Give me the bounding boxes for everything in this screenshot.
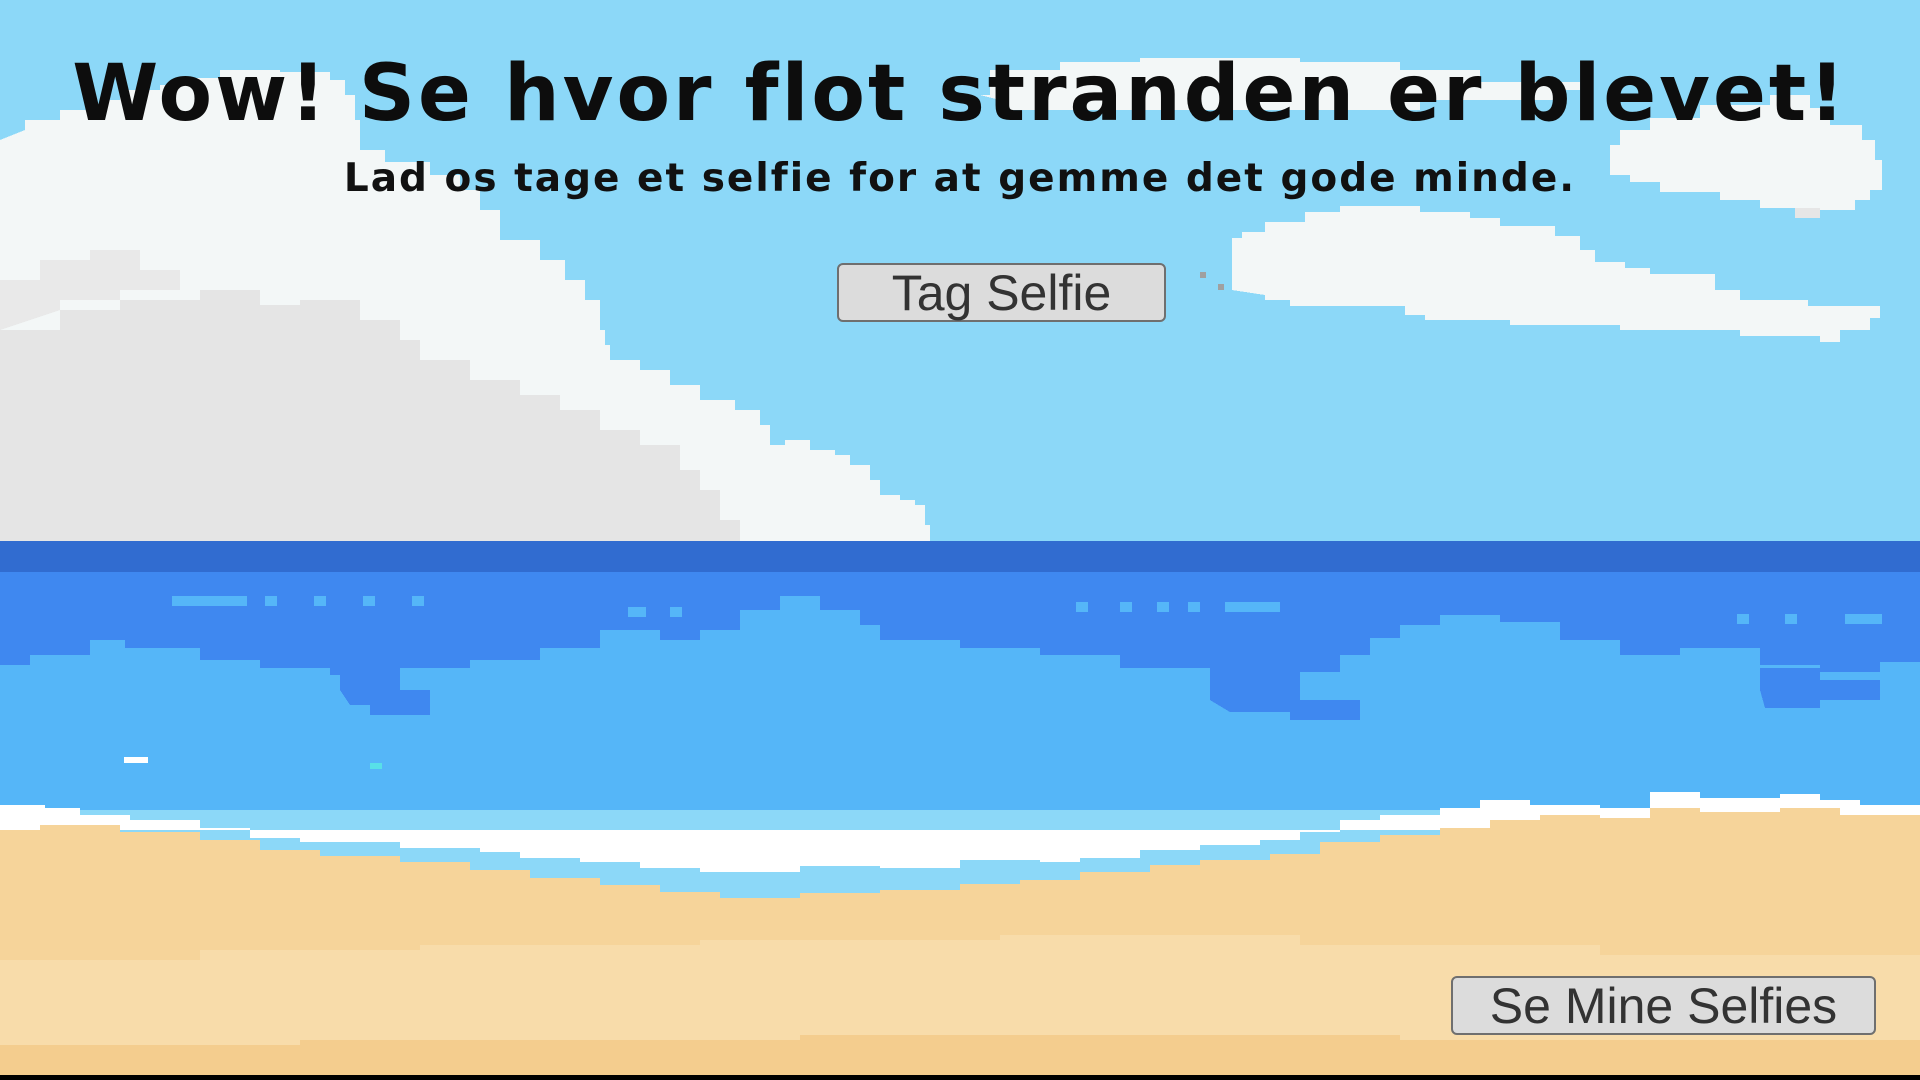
view-selfies-button[interactable]: Se Mine Selfies (1451, 976, 1876, 1035)
sea (0, 541, 1920, 810)
page-title: Wow! Se hvor flot stranden er blevet! (72, 49, 1848, 139)
game-screen: Wow! Se hvor flot stranden er blevet! La… (0, 0, 1920, 1075)
page-subtitle: Lad os tage et selfie for at gemme det g… (343, 156, 1577, 201)
take-selfie-button[interactable]: Tag Selfie (837, 263, 1166, 322)
bottom-edge-bar (0, 1075, 1920, 1080)
